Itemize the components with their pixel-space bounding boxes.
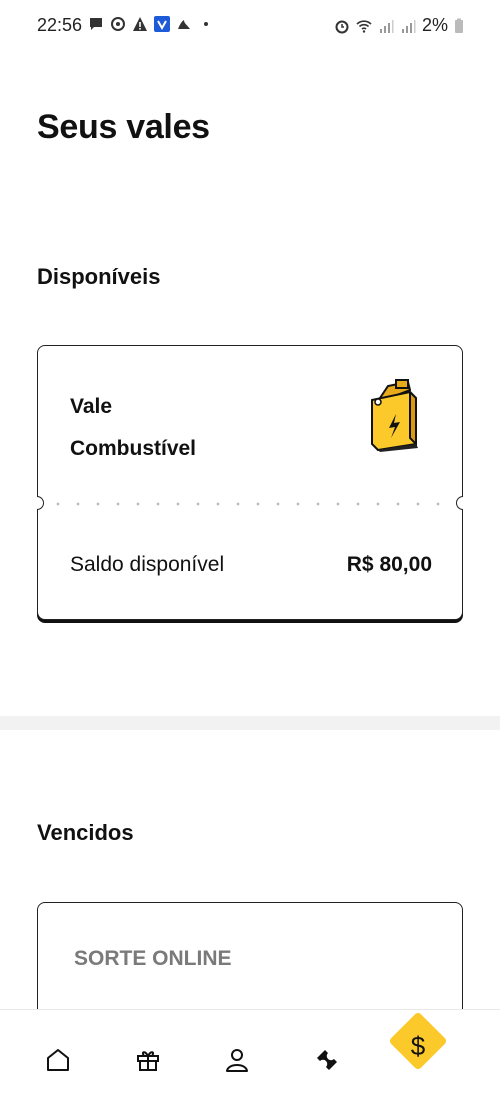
wifi-icon: [356, 19, 372, 33]
shield-check-icon: [154, 16, 170, 32]
status-bar: 22:56 2%: [0, 0, 500, 52]
notification-icons: [88, 16, 214, 32]
battery-percent: 2%: [421, 15, 448, 35]
nav-gifts[interactable]: [128, 1040, 168, 1080]
balance-label: Saldo disponível: [70, 553, 225, 576]
nav-vouchers[interactable]: [307, 1040, 347, 1080]
dollar-icon[interactable]: $: [398, 1026, 438, 1066]
signal-icon-2: [401, 19, 416, 33]
sync-icon: [111, 17, 125, 31]
ticket-notch-left: [37, 496, 44, 510]
warning-icon: [133, 17, 147, 31]
voucher-title-line2: Combustível: [70, 437, 197, 460]
app-notification-icon: [178, 20, 190, 29]
ticket-icon: [317, 1050, 337, 1070]
dot-icon: [204, 22, 208, 26]
fuel-can-icon: [371, 379, 418, 452]
nav-profile[interactable]: [217, 1040, 257, 1080]
message-icon: [90, 18, 102, 30]
page-title: Seus vales: [37, 108, 210, 146]
voucher-title: Vale Combustível: [70, 386, 270, 470]
expired-voucher-title: SORTE ONLINE: [74, 947, 232, 970]
system-icons: 2%: [334, 15, 464, 36]
expired-section-title: Vencidos: [37, 820, 134, 845]
alarm-icon: [335, 20, 349, 33]
signal-icon: [379, 19, 394, 33]
fuel-voucher-card[interactable]: Vale Combustível Saldo disponível R$ 80,…: [37, 345, 463, 620]
section-divider: [0, 716, 500, 730]
gift-icon: [137, 1051, 159, 1071]
status-time: 22:56: [37, 15, 83, 35]
perforation-line: [48, 502, 454, 506]
available-section-title: Disponíveis: [37, 264, 161, 289]
nav-home[interactable]: [38, 1040, 78, 1080]
battery-icon: [455, 18, 463, 33]
home-icon: [47, 1049, 69, 1071]
profile-icon: [226, 1049, 248, 1072]
balance-value: R$ 80,00: [346, 553, 432, 576]
voucher-title-line1: Vale: [70, 395, 113, 418]
ticket-notch-right: [456, 496, 463, 510]
